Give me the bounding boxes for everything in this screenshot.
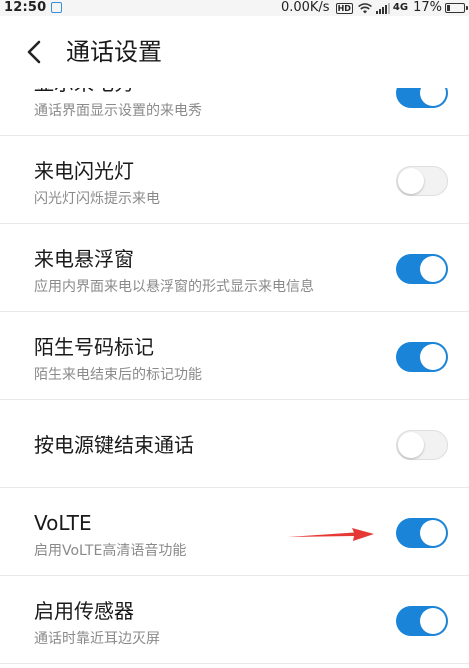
setting-description: 闪光灯闪烁提示来电 — [34, 191, 160, 207]
setting-description: 应用内界面来电以悬浮窗的形式显示来电信息 — [34, 279, 314, 295]
toggle-switch[interactable] — [396, 342, 448, 372]
setting-description: 通话时靠近耳边灭屏 — [34, 631, 160, 647]
toggle-switch[interactable] — [396, 518, 448, 548]
toggle-switch[interactable] — [396, 606, 448, 636]
status-indicators: 0.00K/s HD 4G 17% — [280, 0, 468, 16]
setting-title: 按电源键结束通话 — [34, 433, 194, 457]
app-header: 通话设置 — [0, 16, 469, 88]
battery-percent: 17% — [413, 0, 442, 15]
setting-row[interactable]: VoLTE 启用VoLTE高清语音功能 — [0, 488, 469, 576]
setting-description: 通话界面显示设置的来电秀 — [34, 103, 202, 119]
status-bar: 12:50 0.00K/s HD 4G 17% — [0, 0, 469, 16]
setting-row[interactable]: 显示来电秀通话界面显示设置的来电秀 — [0, 88, 469, 136]
wifi-icon — [357, 2, 372, 13]
notification-icon — [51, 2, 62, 13]
settings-list-content: 显示来电秀通话界面显示设置的来电秀来电闪光灯闪光灯闪烁提示来电来电悬浮窗应用内界… — [0, 88, 469, 664]
setting-row[interactable]: 来电悬浮窗应用内界面来电以悬浮窗的形式显示来电信息 — [0, 224, 469, 312]
toggle-knob — [420, 608, 446, 634]
page-title: 通话设置 — [66, 38, 162, 66]
settings-list[interactable]: 显示来电秀通话界面显示设置的来电秀来电闪光灯闪光灯闪烁提示来电来电悬浮窗应用内界… — [0, 88, 469, 668]
toggle-switch[interactable] — [396, 430, 448, 460]
setting-title: 来电闪光灯 — [34, 159, 134, 183]
setting-title: 启用传感器 — [34, 599, 134, 623]
setting-title: 来电悬浮窗 — [34, 247, 134, 271]
setting-title: VoLTE — [34, 511, 92, 535]
setting-row[interactable]: 启用传感器通话时靠近耳边灭屏 — [0, 576, 469, 664]
setting-row[interactable]: 陌生号码标记陌生来电结束后的标记功能 — [0, 312, 469, 400]
back-button[interactable] — [14, 34, 54, 70]
battery-icon — [445, 3, 468, 13]
toggle-knob — [420, 520, 446, 546]
status-time: 12:50 — [4, 0, 47, 15]
network-speed: 0.00K/s — [280, 0, 330, 15]
toggle-knob — [398, 432, 424, 458]
battery-fill — [447, 5, 450, 11]
toggle-switch[interactable] — [396, 254, 448, 284]
toggle-switch[interactable] — [396, 166, 448, 196]
setting-title: 陌生号码标记 — [34, 335, 154, 359]
setting-row[interactable]: 来电闪光灯闪光灯闪烁提示来电 — [0, 136, 469, 224]
setting-description: 启用VoLTE高清语音功能 — [34, 543, 187, 559]
setting-description: 陌生来电结束后的标记功能 — [34, 367, 202, 383]
toggle-knob — [420, 256, 446, 282]
toggle-knob — [420, 344, 446, 370]
toggle-switch[interactable] — [396, 88, 448, 108]
signal-icon — [375, 2, 390, 14]
setting-row[interactable]: 按电源键结束通话 — [0, 400, 469, 488]
setting-title: 显示来电秀 — [34, 88, 134, 96]
chevron-left-icon — [27, 40, 41, 64]
toggle-knob — [420, 88, 446, 106]
hd-badge: HD — [335, 2, 353, 14]
network-type: 4G — [392, 2, 409, 13]
toggle-knob — [398, 168, 424, 194]
